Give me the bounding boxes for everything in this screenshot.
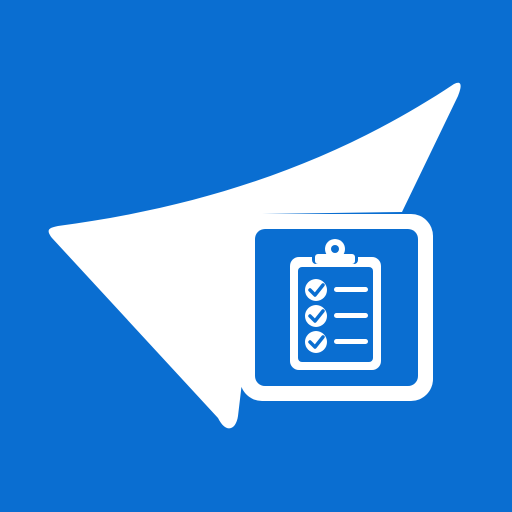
clipboard-checklist-icon (290, 239, 381, 370)
checklist-line (334, 313, 368, 318)
app-icon (0, 0, 512, 512)
checklist-line (334, 339, 368, 344)
app-icon-graphic (0, 0, 512, 512)
clipboard-clip-hole (331, 245, 339, 253)
clipboard-clip-bar (315, 254, 355, 264)
checklist-line (334, 287, 368, 292)
